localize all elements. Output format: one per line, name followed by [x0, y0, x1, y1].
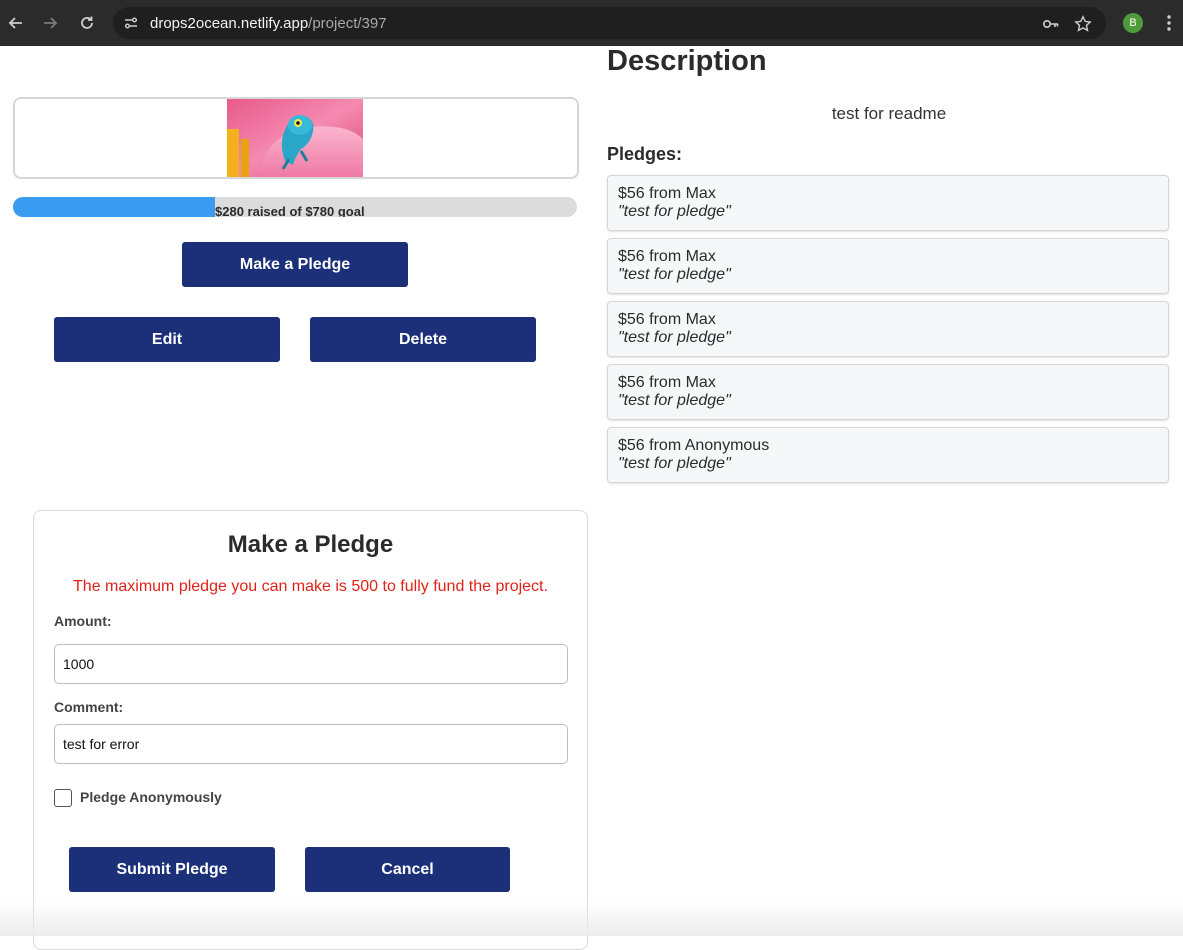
- edit-button[interactable]: Edit: [54, 317, 280, 362]
- pledge-amount-donor: $56 from Max: [618, 248, 716, 265]
- reload-icon[interactable]: [75, 11, 99, 35]
- browser-toolbar: drops2ocean.netlify.app/project/397 B: [0, 0, 1183, 46]
- star-icon[interactable]: [1074, 15, 1092, 33]
- submit-pledge-button[interactable]: Submit Pledge: [69, 847, 275, 892]
- amount-label: Amount:: [54, 613, 112, 629]
- description-text: test for readme: [831, 104, 947, 123]
- amount-input[interactable]: [54, 644, 568, 684]
- pledge-amount-donor: $56 from Max: [618, 185, 716, 202]
- comment-input[interactable]: [54, 724, 568, 764]
- url-path: /project/397: [308, 15, 387, 32]
- back-arrow-icon[interactable]: [4, 11, 28, 35]
- pledges-heading: Pledges:: [607, 144, 683, 164]
- forward-arrow-icon[interactable]: [38, 11, 62, 35]
- project-image-frame: [13, 97, 579, 179]
- pledge-amount-donor: $56 from Max: [618, 374, 716, 391]
- progress-fill: [13, 197, 216, 217]
- url-host: drops2ocean.netlify.app: [150, 15, 309, 32]
- pledge-item: $56 from Max "test for pledge": [607, 238, 1169, 294]
- pledge-amount-donor: $56 from Max: [618, 311, 716, 328]
- description-heading: Description: [607, 45, 767, 77]
- make-pledge-button[interactable]: Make a Pledge: [182, 242, 408, 287]
- key-icon[interactable]: [1042, 15, 1060, 33]
- bottom-fade: [0, 900, 1183, 936]
- pledge-comment: "test for pledge": [618, 455, 731, 472]
- url-text[interactable]: drops2ocean.netlify.app/project/397: [150, 15, 387, 32]
- pledge-comment: "test for pledge": [618, 329, 731, 346]
- pledge-anonymously-label[interactable]: Pledge Anonymously: [80, 789, 222, 805]
- pledge-anonymously-checkbox[interactable]: [54, 789, 72, 807]
- pledge-comment: "test for pledge": [618, 203, 731, 220]
- funding-progress-bar: $280 raised of $780 goal: [13, 197, 577, 217]
- pledge-error-message: The maximum pledge you can make is 500 t…: [73, 578, 548, 595]
- kebab-menu-icon[interactable]: [1160, 12, 1178, 34]
- profile-avatar[interactable]: B: [1123, 13, 1143, 33]
- pledge-item: $56 from Max "test for pledge": [607, 175, 1169, 231]
- site-settings-icon[interactable]: [123, 15, 139, 31]
- pledge-form: Make a Pledge The maximum pledge you can…: [33, 510, 588, 950]
- cancel-button[interactable]: Cancel: [305, 847, 510, 892]
- pledge-comment: "test for pledge": [618, 266, 731, 283]
- delete-button[interactable]: Delete: [310, 317, 536, 362]
- progress-label: $280 raised of $780 goal: [215, 204, 365, 217]
- pledge-comment: "test for pledge": [618, 392, 731, 409]
- address-bar[interactable]: drops2ocean.netlify.app/project/397: [113, 7, 1106, 39]
- pledge-item: $56 from Anonymous "test for pledge": [607, 427, 1169, 483]
- profile-initial: B: [1129, 17, 1137, 29]
- pledge-item: $56 from Max "test for pledge": [607, 301, 1169, 357]
- comment-label: Comment:: [54, 699, 124, 715]
- pledge-amount-donor: $56 from Anonymous: [618, 437, 770, 454]
- project-image: [227, 99, 363, 177]
- pledge-item: $56 from Max "test for pledge": [607, 364, 1169, 420]
- pledge-form-title: Make a Pledge: [227, 531, 394, 558]
